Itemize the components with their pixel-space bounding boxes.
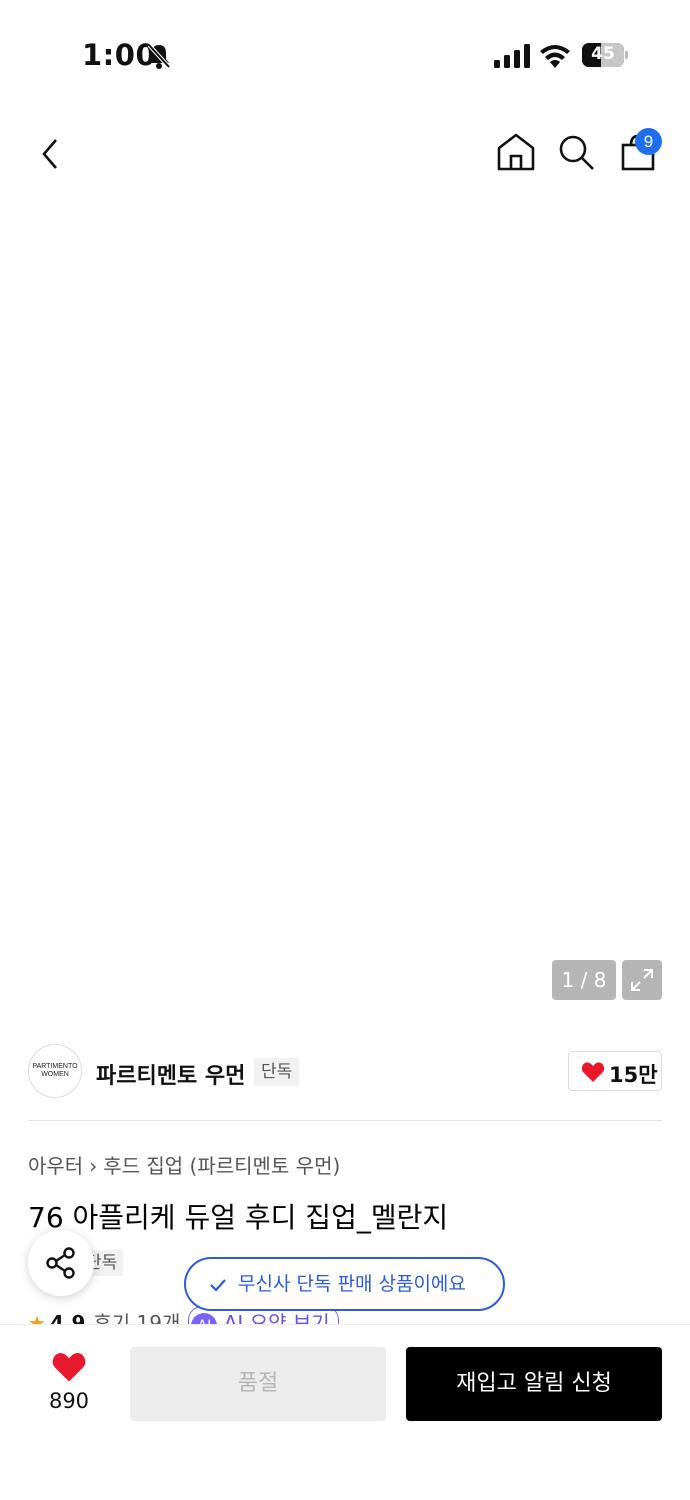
brand-logo-line1: PARTIMENTO [32,1063,78,1070]
cart-count-badge: 9 [635,128,662,155]
brand-like-count: 15만 [609,1063,658,1087]
status-bar: 1:00 45 [0,0,690,110]
toast-text: 무신사 단독 판매 상품이에요 [238,1273,466,1295]
wifi-icon [540,45,570,68]
signal-icon [494,44,530,68]
bell-off-icon [147,43,171,69]
breadcrumb-item-category[interactable]: 아우터 [28,1154,83,1178]
divider [28,1120,662,1121]
image-page-counter: 1 / 8 [552,960,616,1000]
breadcrumb: 아우터 › 후드 집업 (파르티멘토 우먼) [28,1150,340,1179]
product-title: 76 아플리케 듀얼 후디 집업_멜란지 [28,1201,449,1234]
heart-icon [52,1353,86,1382]
brand-exclusive-tag: 단독 [254,1058,300,1086]
battery-icon: 45 [582,43,628,67]
bottom-action-bar: 890 품절 재입고 알림 신청 [0,1324,690,1500]
brand-logo[interactable]: PARTIMENTO WOMEN [28,1044,82,1098]
soldout-button[interactable]: 품절 [130,1347,386,1421]
wishlist-button[interactable]: 890 [34,1347,104,1417]
chevron-right-icon: › [89,1154,98,1178]
check-icon [210,1279,226,1292]
home-icon[interactable] [492,128,540,176]
share-button[interactable] [28,1230,94,1296]
exclusive-sale-toast: 무신사 단독 판매 상품이에요 [184,1257,505,1311]
wishlist-count: 890 [48,1389,90,1413]
breadcrumb-item-subcategory[interactable]: 후드 집업 (파르티멘토 우먼) [103,1154,340,1178]
share-icon [46,1247,75,1279]
heart-icon [581,1062,605,1082]
search-icon[interactable] [552,128,600,176]
battery-level: 45 [591,44,615,64]
brand-name[interactable]: 파르티멘토 우먼 [96,1058,245,1090]
expand-icon[interactable] [622,960,662,1000]
restock-alert-button[interactable]: 재입고 알림 신청 [406,1347,662,1421]
back-arrow-icon[interactable] [28,128,76,176]
brand-row: PARTIMENTO WOMEN 파르티멘토 우먼 단독 15만 [0,1024,690,1120]
top-nav [0,110,690,194]
brand-logo-line2: WOMEN [41,1071,69,1078]
brand-like-button[interactable]: 15만 [568,1051,662,1091]
